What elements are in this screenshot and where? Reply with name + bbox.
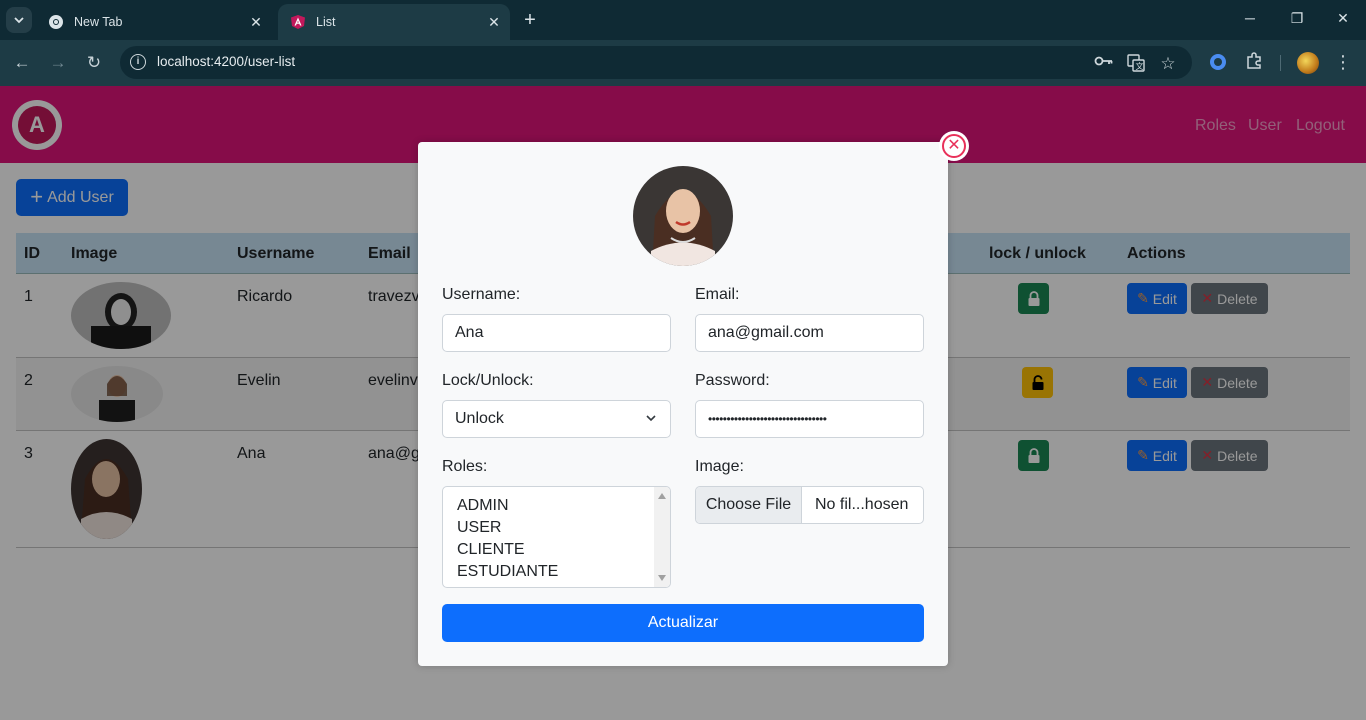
image-label: Image: <box>695 458 744 475</box>
minimize-icon[interactable]: ─ <box>1240 10 1260 26</box>
role-option[interactable]: ADMIN <box>457 497 509 515</box>
lock-unlock-label: Lock/Unlock: <box>442 372 534 389</box>
angular-icon <box>290 14 306 30</box>
forward-arrow-icon[interactable]: → <box>47 52 69 74</box>
browser-tab-bar: New Tab ✕ List ✕ + ─ ❐ ✕ <box>0 0 1366 40</box>
scroll-down-icon[interactable] <box>658 575 666 581</box>
extension-circle-icon[interactable] <box>1207 52 1229 74</box>
restore-icon[interactable]: ❐ <box>1287 10 1307 27</box>
role-option[interactable]: CLIENTE <box>457 541 525 559</box>
tab-title: List <box>316 15 336 29</box>
svg-text:文: 文 <box>1136 61 1144 71</box>
translate-icon[interactable]: 文 <box>1126 54 1146 72</box>
password-label: Password: <box>695 372 770 389</box>
site-info-icon[interactable]: i <box>130 54 146 70</box>
new-tab-button[interactable]: + <box>518 9 542 31</box>
edit-user-modal: Username: Ana Email: ana@gmail.com Lock/… <box>418 142 948 666</box>
role-option[interactable]: USER <box>457 519 501 537</box>
roles-label: Roles: <box>442 458 488 475</box>
file-status-text: No fil...hosen <box>815 496 909 513</box>
tab-list[interactable]: List ✕ <box>278 4 510 40</box>
image-file-input[interactable]: Choose File No fil...hosen <box>695 486 924 524</box>
more-menu-icon[interactable]: ⋮ <box>1332 52 1354 74</box>
password-key-icon[interactable] <box>1094 54 1114 72</box>
bookmark-star-icon[interactable]: ☆ <box>1158 54 1178 73</box>
profile-avatar[interactable] <box>1297 52 1319 74</box>
extensions-puzzle-icon[interactable] <box>1243 52 1265 74</box>
username-input[interactable]: Ana <box>442 314 671 352</box>
url-text[interactable]: localhost:4200/user-list <box>157 54 295 69</box>
email-input[interactable]: ana@gmail.com <box>695 314 924 352</box>
tab-title: New Tab <box>74 15 123 29</box>
email-label: Email: <box>695 286 740 303</box>
close-window-icon[interactable]: ✕ <box>1333 10 1353 27</box>
chevron-down-icon <box>646 415 656 422</box>
toolbar-divider <box>1280 55 1281 71</box>
chrome-icon <box>48 14 64 30</box>
tab-search-button[interactable] <box>6 7 32 33</box>
chevron-down-icon <box>14 17 24 24</box>
close-icon: ✕ <box>942 134 966 158</box>
browser-toolbar: ← → ↻ i localhost:4200/user-list 文 ☆ ⋮ <box>0 40 1366 86</box>
modal-user-avatar <box>633 166 733 266</box>
password-input[interactable]: •••••••••••••••••••••••••••••••• <box>695 400 924 438</box>
close-modal-button[interactable]: ✕ <box>939 131 969 161</box>
choose-file-button[interactable]: Choose File <box>696 487 802 523</box>
roles-multiselect[interactable]: ADMIN USER CLIENTE ESTUDIANTE <box>442 486 671 588</box>
close-tab-icon[interactable]: ✕ <box>246 12 266 32</box>
back-arrow-icon[interactable]: ← <box>11 52 33 74</box>
scroll-up-icon[interactable] <box>658 493 666 499</box>
update-button[interactable]: Actualizar <box>442 604 924 642</box>
lock-select-value: Unlock <box>455 410 504 427</box>
username-label: Username: <box>442 286 521 303</box>
address-bar[interactable]: i localhost:4200/user-list 文 ☆ <box>120 46 1192 79</box>
lock-unlock-select[interactable]: Unlock <box>442 400 671 438</box>
reload-icon[interactable]: ↻ <box>83 52 105 74</box>
tab-new-tab[interactable]: New Tab ✕ <box>36 4 272 40</box>
roles-scrollbar[interactable] <box>654 487 670 587</box>
role-option[interactable]: ESTUDIANTE <box>457 563 558 581</box>
close-tab-icon[interactable]: ✕ <box>484 12 504 32</box>
